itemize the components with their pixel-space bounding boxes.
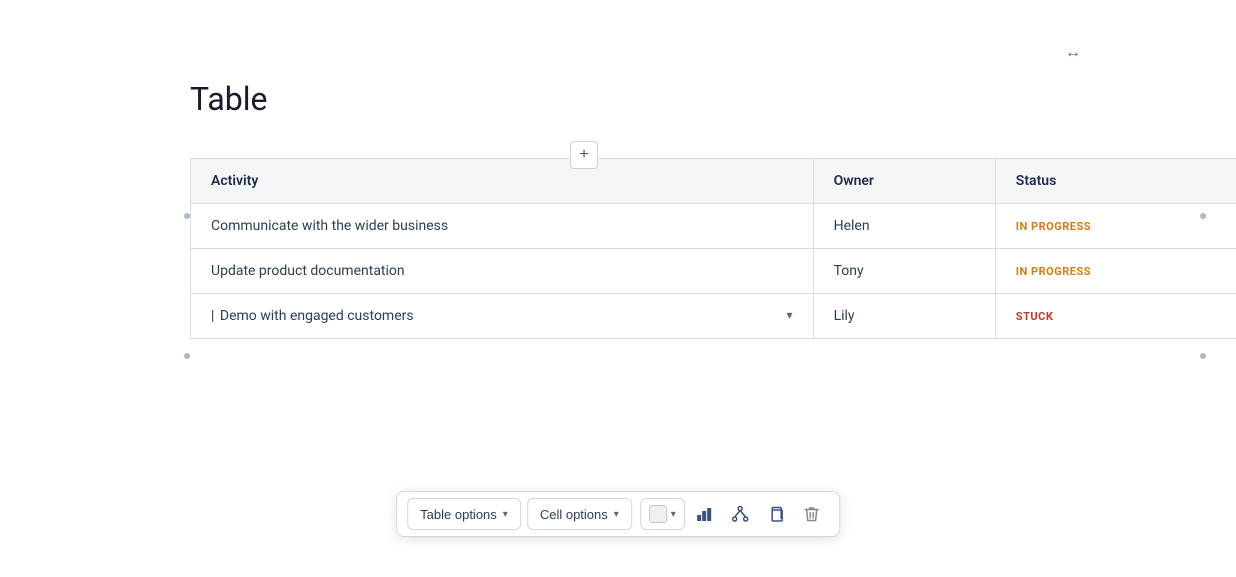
resize-corner-tl <box>184 353 190 359</box>
data-table: Activity Owner Status Communicate with t <box>190 158 1236 339</box>
cell-status-2: IN PROGRESS <box>995 249 1236 294</box>
resize-corner-bl <box>184 213 190 219</box>
cursor-icon: | <box>211 308 214 324</box>
bar-chart-icon <box>695 505 713 523</box>
delete-button[interactable] <box>795 498 829 530</box>
copy-icon <box>767 505 785 523</box>
resize-corner-br <box>1200 213 1206 219</box>
table-row: | Demo with engaged customers ▾ Lily STU… <box>191 294 1236 339</box>
bar-chart-button[interactable] <box>687 498 721 530</box>
resize-handle-icon[interactable]: ↔ <box>1065 42 1081 62</box>
cell-activity-2: Update product documentation <box>191 249 814 294</box>
table-wrapper: + Activity Owner <box>140 158 1206 339</box>
cell-options-chevron-icon: ▾ <box>614 509 619 520</box>
status-badge-2: IN PROGRESS <box>1016 265 1091 278</box>
color-chevron-icon: ▾ <box>671 509 676 520</box>
cell-options-label: Cell options <box>540 507 608 522</box>
copy-button[interactable] <box>759 498 793 530</box>
plus-icon: + <box>579 146 588 164</box>
cell-activity-1: Communicate with the wider business <box>191 204 814 249</box>
hierarchy-button[interactable] <box>723 498 757 530</box>
cell-options-button[interactable]: Cell options ▾ <box>527 498 632 530</box>
table-options-chevron-icon: ▾ <box>503 509 508 520</box>
content-area: Table + Activity <box>140 80 1206 339</box>
resize-corner-tr <box>1200 353 1206 359</box>
page-container: ↔ Table + Activity <box>0 0 1236 577</box>
status-badge-1: IN PROGRESS <box>1016 220 1091 233</box>
table-row: Communicate with the wider business Hele… <box>191 204 1236 249</box>
cell-status-1: IN PROGRESS <box>995 204 1236 249</box>
hierarchy-icon <box>731 505 749 523</box>
cell-dropdown-icon[interactable]: ▾ <box>787 308 793 322</box>
cell-owner-1: Helen <box>813 204 995 249</box>
add-column-button[interactable]: + <box>570 141 598 169</box>
page-title: Table <box>190 80 1206 118</box>
table-options-button[interactable]: Table options ▾ <box>407 498 521 530</box>
color-swatch <box>649 505 667 523</box>
toolbar: Table options ▾ Cell options ▾ ▾ <box>396 491 840 537</box>
cell-activity-3: | Demo with engaged customers ▾ <box>191 294 814 339</box>
cell-status-3: STUCK <box>995 294 1236 339</box>
table-row: Update product documentation Tony IN PRO… <box>191 249 1236 294</box>
cell-owner-3: Lily <box>813 294 995 339</box>
status-badge-3: STUCK <box>1016 310 1054 323</box>
trash-icon <box>803 505 820 523</box>
cell-owner-2: Tony <box>813 249 995 294</box>
column-header-status: Status <box>995 159 1236 204</box>
color-picker-button[interactable]: ▾ <box>640 498 685 530</box>
table-options-label: Table options <box>420 507 497 522</box>
